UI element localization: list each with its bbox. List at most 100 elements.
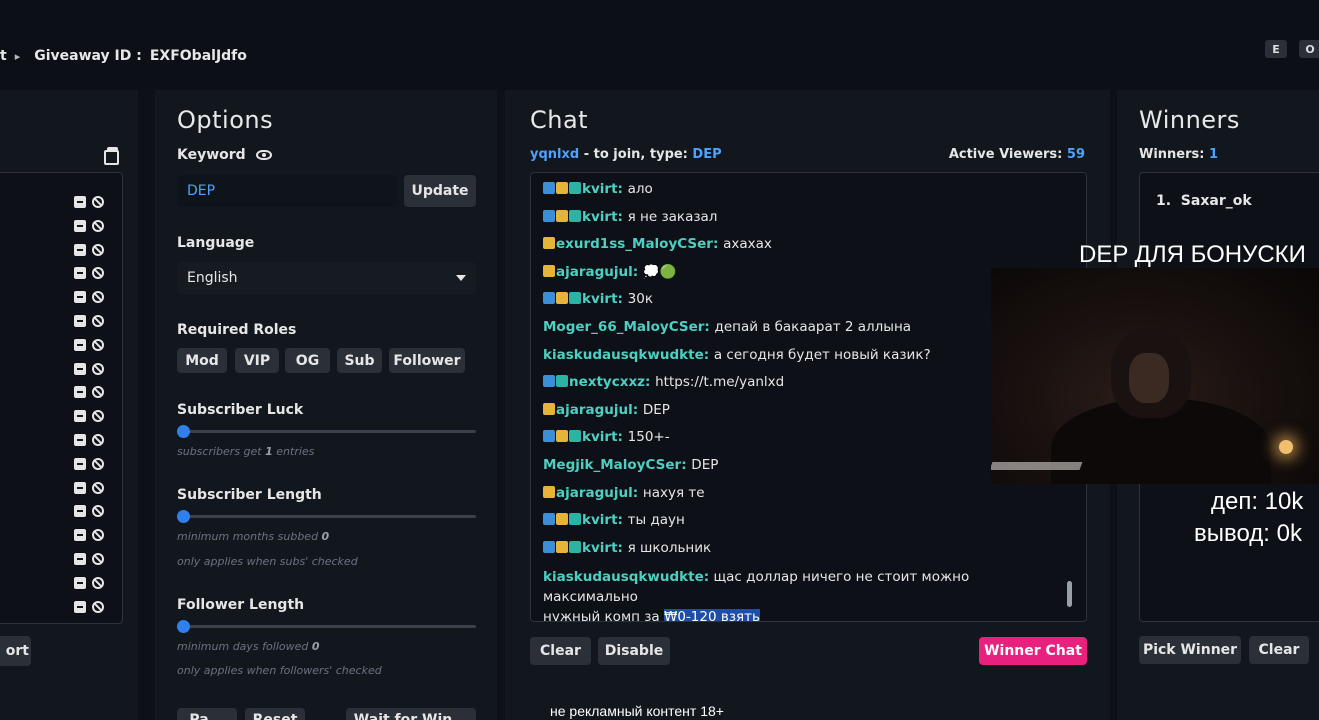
remove-icon[interactable] xyxy=(74,386,86,399)
ban-icon[interactable] xyxy=(92,481,104,494)
language-select[interactable]: English xyxy=(177,262,476,294)
ban-icon[interactable] xyxy=(92,267,104,280)
winner-chat-button[interactable]: Winner Chat xyxy=(979,637,1087,665)
chat-clear-button[interactable]: Clear xyxy=(530,637,591,665)
chat-scrollbar[interactable] xyxy=(1067,581,1072,607)
subscriber-luck-knob[interactable] xyxy=(177,425,190,438)
chat-username[interactable]: kvirt xyxy=(582,209,618,225)
ban-icon[interactable] xyxy=(92,505,104,518)
remove-icon[interactable] xyxy=(74,362,86,375)
remove-icon[interactable] xyxy=(74,410,86,423)
remove-icon[interactable] xyxy=(74,457,86,470)
copy-icon[interactable] xyxy=(104,147,119,165)
chat-username[interactable]: exurd1ss_MaloyCSer xyxy=(556,236,713,252)
ban-icon[interactable] xyxy=(92,553,104,565)
subscriber-luck-slider[interactable] xyxy=(177,430,476,433)
chat-username[interactable]: kvirt xyxy=(582,291,618,307)
wait-for-winner-button[interactable]: Wait for Win... xyxy=(346,708,476,720)
subscriber-length-slider[interactable] xyxy=(177,515,476,518)
reset-button[interactable]: Reset xyxy=(245,708,305,720)
chat-text: я школьник xyxy=(627,539,712,556)
role-vip-button[interactable]: VIP xyxy=(235,348,279,373)
update-button[interactable]: Update xyxy=(404,175,476,207)
remove-icon[interactable] xyxy=(74,505,86,518)
remove-icon[interactable] xyxy=(74,338,86,351)
entry-row xyxy=(74,529,104,542)
chat-username[interactable]: ajaragujul xyxy=(556,264,633,280)
chat-username[interactable]: kvirt xyxy=(582,181,618,197)
role-mod-button[interactable]: Mod xyxy=(177,348,227,373)
blue-badge-icon xyxy=(543,540,555,553)
remove-icon[interactable] xyxy=(74,600,86,613)
ban-icon[interactable] xyxy=(92,410,104,423)
top-bar: t ▸ Giveaway ID : EXFObalJdfo E O xyxy=(0,0,1319,90)
remove-icon[interactable] xyxy=(74,267,86,280)
remove-icon[interactable] xyxy=(74,291,86,304)
ban-icon[interactable] xyxy=(92,291,104,304)
chat-username[interactable]: ajaragujul xyxy=(556,402,633,418)
ban-icon[interactable] xyxy=(92,576,104,589)
remove-icon[interactable] xyxy=(74,243,86,256)
blue-badge-icon xyxy=(543,513,555,526)
remove-icon[interactable] xyxy=(74,196,86,208)
follower-length-knob[interactable] xyxy=(177,620,190,633)
remove-icon[interactable] xyxy=(74,576,86,589)
entry-row xyxy=(74,338,104,351)
ban-icon[interactable] xyxy=(92,600,104,613)
entry-row xyxy=(74,600,104,613)
ban-icon[interactable] xyxy=(92,196,104,208)
export-button[interactable]: ort xyxy=(0,636,31,666)
chat-disable-button[interactable]: Disable xyxy=(598,637,670,665)
chat-text: DEP xyxy=(642,401,670,418)
chat-text: ало xyxy=(627,181,653,197)
ban-icon[interactable] xyxy=(92,362,104,375)
ban-icon[interactable] xyxy=(92,219,104,232)
remove-icon[interactable] xyxy=(74,434,86,446)
remove-icon[interactable] xyxy=(74,219,86,232)
remove-icon[interactable] xyxy=(74,553,86,565)
subscriber-length-knob[interactable] xyxy=(177,510,190,523)
chat-username[interactable]: kvirt xyxy=(582,429,618,445)
chat-username[interactable]: kiaskudausqkwudkte xyxy=(543,347,704,363)
keyword-input[interactable]: DEP xyxy=(177,175,397,207)
chat-username[interactable]: kvirt xyxy=(582,512,618,528)
top-button-o[interactable]: O xyxy=(1299,40,1319,58)
ban-icon[interactable] xyxy=(92,457,104,470)
ban-icon[interactable] xyxy=(92,434,104,446)
channel-name[interactable]: yqnlxd xyxy=(530,147,579,162)
role-follower-button[interactable]: Follower xyxy=(389,348,465,373)
remove-icon[interactable] xyxy=(74,481,86,494)
follower-length-slider[interactable] xyxy=(177,625,476,628)
entry-row xyxy=(74,267,104,280)
remove-icon[interactable] xyxy=(74,315,86,327)
breadcrumb-prev[interactable]: t xyxy=(0,48,7,64)
webcam-foreground-object xyxy=(991,462,1083,470)
remove-icon[interactable] xyxy=(74,529,86,542)
pick-winner-button[interactable]: Pick Winner xyxy=(1139,636,1241,664)
chat-username[interactable]: ajaragujul xyxy=(556,485,633,501)
gold-badge-icon xyxy=(556,209,568,222)
ban-icon[interactable] xyxy=(92,315,104,327)
eye-icon[interactable] xyxy=(256,150,272,160)
chat-username[interactable]: kvirt xyxy=(582,540,618,556)
ban-icon[interactable] xyxy=(92,386,104,399)
chat-username[interactable]: kiaskudausqkwudkte xyxy=(543,569,704,585)
ban-icon[interactable] xyxy=(92,529,104,542)
winners-clear-button[interactable]: Clear xyxy=(1249,636,1309,664)
chat-username[interactable]: nextycxxz xyxy=(569,374,645,390)
chat-username[interactable]: Moger_66_MaloyCSer xyxy=(543,319,704,335)
chat-message: ajaragujul: DEP xyxy=(543,400,1063,420)
chat-username[interactable]: Megjik_MaloyCSer xyxy=(543,457,681,473)
winner-item[interactable]: 1. Saxar_ok xyxy=(1156,193,1252,209)
role-og-button[interactable]: OG xyxy=(285,348,330,373)
top-button-e[interactable]: E xyxy=(1265,40,1287,58)
ban-icon[interactable] xyxy=(92,243,104,256)
gold-badge-icon xyxy=(556,182,568,194)
entries-list[interactable] xyxy=(0,172,123,624)
pause-button[interactable]: Pa... xyxy=(177,708,237,720)
ban-icon[interactable] xyxy=(92,338,104,351)
entry-row xyxy=(74,196,104,208)
chat-text: 💭🟢 xyxy=(642,263,677,280)
role-sub-button[interactable]: Sub xyxy=(337,348,382,373)
chat-message: kvirt: 150+- xyxy=(543,427,1063,447)
